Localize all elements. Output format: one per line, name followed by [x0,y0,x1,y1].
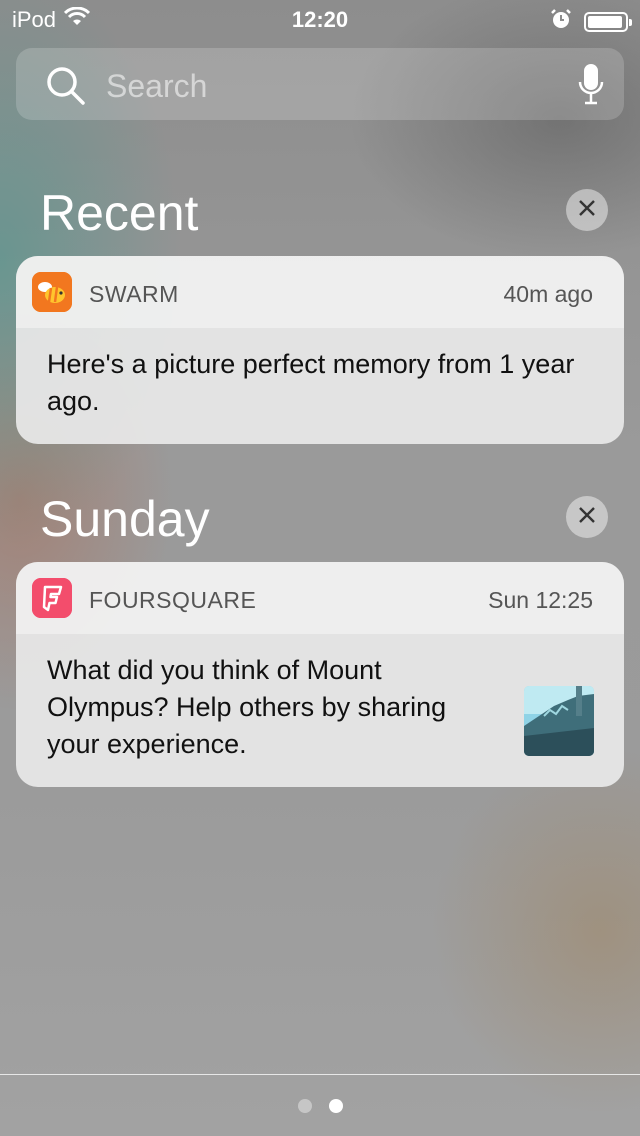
divider [0,1074,640,1075]
page-dot[interactable] [328,1099,343,1113]
page-indicator[interactable] [0,1099,640,1113]
close-icon [577,505,597,530]
section-title-sunday: Sunday [40,491,210,547]
search-icon [46,66,86,111]
notification-header: SWARM 40m ago [16,256,624,328]
alarm-icon [550,8,572,35]
microphone-icon[interactable] [578,62,604,111]
app-name: FOURSQUARE [89,587,257,613]
notification-body: What did you think of Mount Olympus? Hel… [16,634,624,787]
notification-time: 40m ago [503,281,593,307]
notification-body: Here's a picture perfect memory from 1 y… [16,328,624,444]
notification-message: Here's a picture perfect memory from 1 y… [47,349,575,416]
page-dot[interactable] [297,1099,312,1113]
notification-header: FOURSQUARE Sun 12:25 [16,562,624,634]
notification-card[interactable]: SWARM 40m ago Here's a picture perfect m… [16,256,624,444]
clear-sunday-button[interactable] [566,496,608,538]
notification-time: Sun 12:25 [488,587,593,613]
battery-tip [629,18,632,26]
notification-card[interactable]: FOURSQUARE Sun 12:25 What did you think … [16,562,624,787]
battery-icon [584,11,632,32]
search-input[interactable]: Search [106,68,207,105]
battery-fill [588,15,622,28]
notification-message: What did you think of Mount Olympus? Hel… [47,655,447,759]
close-icon [577,198,597,223]
section-title-recent: Recent [40,185,199,241]
foursquare-icon [32,578,72,618]
photo-thumbnail [524,686,594,756]
clear-recent-button[interactable] [566,189,608,231]
search-bar[interactable]: Search [16,48,624,120]
app-name: SWARM [89,281,179,307]
status-bar: iPod 12:20 [0,0,640,40]
status-right [550,8,632,35]
swarm-bee-icon [32,272,72,312]
status-time: 12:20 [291,7,349,32]
